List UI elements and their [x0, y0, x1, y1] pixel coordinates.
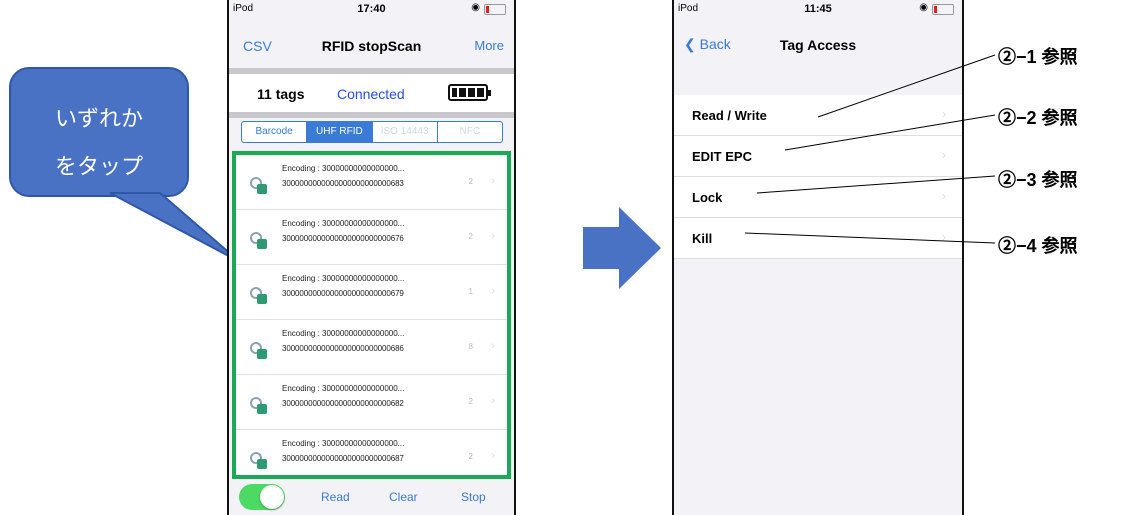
read-count: 2: [468, 177, 473, 186]
status-bar: iPod 11:45 ◉: [674, 0, 962, 18]
annotation-label-4: ②−4 参照: [998, 236, 1078, 256]
tab-iso-14443[interactable]: ISO 14443: [373, 122, 438, 142]
chevron-right-icon: ›: [491, 450, 495, 462]
tag-row[interactable]: Encoding : 30000000000000000... 30000000…: [236, 210, 507, 265]
callout-bubble: いずれか をタップ: [9, 67, 189, 197]
tag-encoding: Encoding : 30000000000000000...: [282, 164, 405, 173]
tag-encoding: Encoding : 30000000000000000...: [282, 274, 405, 283]
read-count: 2: [468, 232, 473, 241]
connection-status: Connected: [337, 86, 405, 102]
tag-id: 3000000000000000000000000683: [282, 179, 404, 188]
chevron-right-icon: ›: [942, 107, 946, 121]
read-count: 2: [468, 397, 473, 406]
reader-battery-icon: [448, 84, 491, 101]
divider: [229, 112, 514, 118]
annotation-label-2: ②−2 参照: [998, 108, 1078, 128]
menu-item-label: Kill: [692, 231, 713, 246]
nav-bar: CSV RFID stopScan More: [229, 18, 514, 68]
read-button[interactable]: Read: [321, 490, 350, 504]
menu-item-label: Lock: [692, 190, 723, 205]
tag-row[interactable]: Encoding : 30000000000000000... 30000000…: [236, 375, 507, 430]
clear-button[interactable]: Clear: [389, 490, 418, 504]
tab-nfc[interactable]: NFC: [438, 122, 502, 142]
page-title: Tag Access: [779, 37, 857, 53]
stop-button[interactable]: Stop: [461, 490, 486, 504]
rotation-lock-icon: ◉: [919, 2, 928, 13]
arrow-right-icon: [583, 207, 661, 289]
phone-screen-scan: iPod 17:40 ◉ CSV RFID stopScan More 11 t…: [227, 0, 516, 515]
battery-icon: [932, 4, 954, 15]
tag-encoding: Encoding : 30000000000000000...: [282, 219, 405, 228]
tag-list: Encoding : 30000000000000000... 30000000…: [232, 151, 511, 479]
tag-row[interactable]: Encoding : 30000000000000000... 30000000…: [236, 265, 507, 320]
tag-encoding: Encoding : 30000000000000000...: [282, 384, 405, 393]
rfid-tag-icon: [250, 397, 268, 415]
rfid-tag-icon: [250, 342, 268, 360]
tag-id: 3000000000000000000000000687: [282, 454, 404, 463]
battery-icon: [484, 4, 506, 15]
bottom-toolbar: Read Clear Stop: [229, 480, 514, 515]
chevron-right-icon: ›: [491, 285, 495, 297]
scan-toggle[interactable]: [239, 484, 285, 510]
read-count: 8: [468, 342, 473, 351]
tag-count: 11 tags: [257, 86, 305, 102]
read-count: 2: [468, 452, 473, 461]
annotation-label-3: ②−3 参照: [998, 170, 1078, 190]
menu-item-read-write[interactable]: Read / Write ›: [674, 95, 962, 136]
chevron-right-icon: ›: [491, 175, 495, 187]
chevron-right-icon: ›: [491, 230, 495, 242]
tag-status-bar: 11 tags Connected: [229, 74, 514, 112]
tag-encoding: Encoding : 30000000000000000...: [282, 329, 405, 338]
page-title: RFID stopScan: [321, 38, 422, 54]
tag-row[interactable]: Encoding : 30000000000000000... 30000000…: [236, 320, 507, 375]
chevron-right-icon: ›: [942, 148, 946, 162]
menu-item-label: EDIT EPC: [692, 149, 752, 164]
tag-id: 3000000000000000000000000682: [282, 399, 404, 408]
chevron-right-icon: ›: [491, 395, 495, 407]
tag-row[interactable]: Encoding : 30000000000000000... 30000000…: [236, 430, 507, 475]
menu-item-lock[interactable]: Lock ›: [674, 177, 962, 218]
phone-screen-tag-access: iPod 11:45 ◉ ❮ Back Tag Access Read / Wr…: [672, 0, 964, 515]
nav-bar: ❮ Back Tag Access: [674, 18, 962, 88]
chevron-right-icon: ›: [942, 189, 946, 203]
rotation-lock-icon: ◉: [471, 2, 480, 13]
tag-access-menu: Read / Write › EDIT EPC › Lock › Kill ›: [674, 95, 962, 259]
tag-id: 3000000000000000000000000679: [282, 289, 404, 298]
tag-id: 3000000000000000000000000676: [282, 234, 404, 243]
callout-line-1: いずれか: [54, 106, 143, 131]
tag-id: 3000000000000000000000000686: [282, 344, 404, 353]
rfid-tag-icon: [250, 452, 268, 470]
rfid-tag-icon: [250, 287, 268, 305]
status-bar: iPod 17:40 ◉: [229, 0, 514, 18]
tab-uhf-rfid[interactable]: UHF RFID: [307, 122, 373, 142]
rfid-tag-icon: [250, 177, 268, 195]
tab-barcode[interactable]: Barcode: [242, 122, 308, 142]
tag-encoding: Encoding : 30000000000000000...: [282, 439, 405, 448]
menu-item-kill[interactable]: Kill ›: [674, 218, 962, 259]
menu-item-edit-epc[interactable]: EDIT EPC ›: [674, 136, 962, 177]
callout-line-2: をタップ: [54, 154, 143, 179]
tag-row[interactable]: Encoding : 30000000000000000... 30000000…: [236, 155, 507, 210]
annotation-label-1: ②−1 参照: [998, 47, 1078, 67]
chevron-right-icon: ›: [491, 340, 495, 352]
menu-item-label: Read / Write: [692, 108, 767, 123]
chevron-right-icon: ›: [942, 230, 946, 244]
more-button[interactable]: More: [474, 38, 504, 53]
mode-segmented-control[interactable]: Barcode UHF RFID ISO 14443 NFC: [241, 121, 503, 143]
read-count: 1: [468, 287, 473, 296]
rfid-tag-icon: [250, 232, 268, 250]
